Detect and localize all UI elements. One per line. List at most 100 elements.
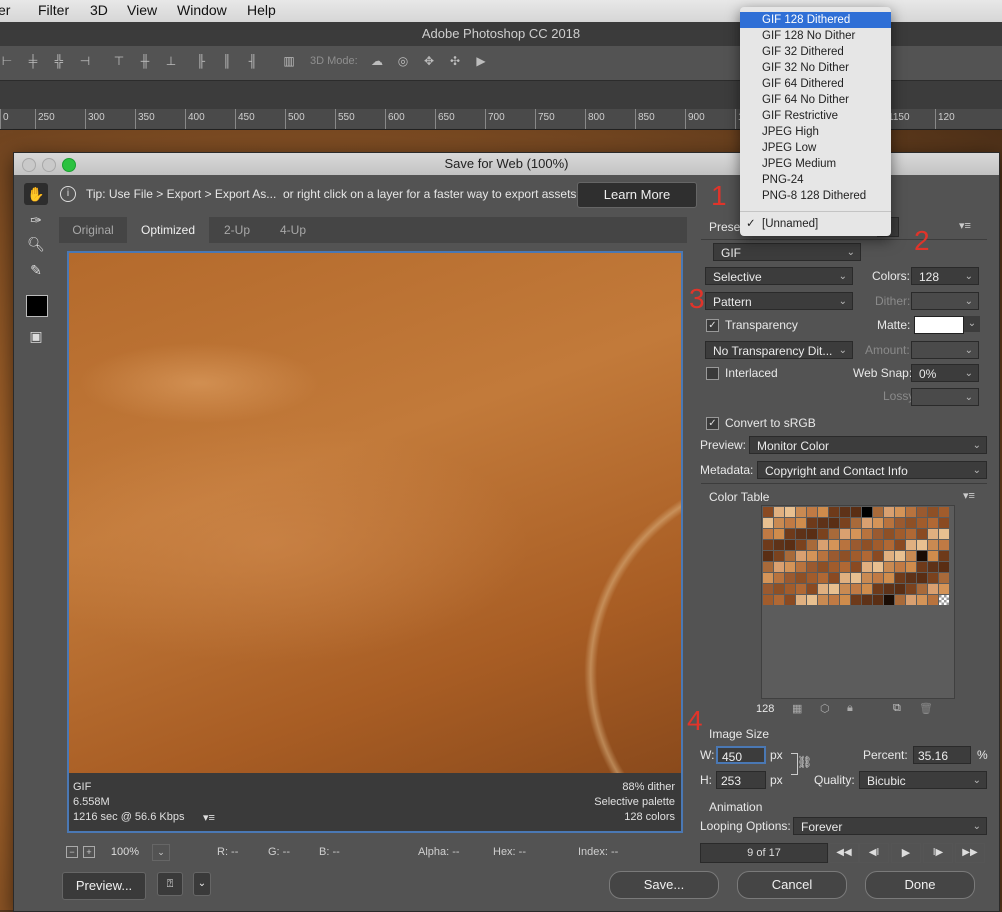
chain-link-icon[interactable]: ⛓︎ [797, 755, 812, 769]
preset-option[interactable]: JPEG Medium [740, 156, 891, 172]
color-swatch[interactable] [818, 584, 828, 594]
color-swatch[interactable] [796, 573, 806, 583]
color-swatch[interactable] [895, 562, 905, 572]
first-frame-icon[interactable]: ◀◀ [829, 843, 859, 863]
color-swatch[interactable] [796, 584, 806, 594]
color-swatch[interactable] [829, 595, 839, 605]
color-swatch[interactable] [774, 562, 784, 572]
3d-camera-icon[interactable]: ▶ [474, 54, 488, 68]
zoom-out-button[interactable]: − [66, 846, 78, 858]
interlaced-checkbox[interactable] [706, 367, 719, 380]
color-swatch[interactable] [818, 551, 828, 561]
color-swatch[interactable] [829, 584, 839, 594]
color-swatch[interactable] [763, 573, 773, 583]
align-right-icon[interactable]: ⊣ [78, 54, 92, 68]
quality-select[interactable]: Bicubic ⌄ [859, 771, 987, 789]
color-swatch[interactable] [928, 551, 938, 561]
color-swatch[interactable] [807, 529, 817, 539]
color-swatch[interactable] [763, 540, 773, 550]
color-swatch[interactable] [807, 551, 817, 561]
percent-input[interactable]: 35.16 [913, 746, 971, 764]
zoom-level[interactable]: 100% [99, 844, 151, 860]
color-swatch[interactable] [785, 551, 795, 561]
color-swatch[interactable] [774, 551, 784, 561]
color-swatch[interactable] [873, 595, 883, 605]
color-swatch[interactable] [840, 518, 850, 528]
color-swatch[interactable] [829, 518, 839, 528]
auto-align-icon[interactable]: ▥ [282, 54, 296, 68]
color-swatch[interactable] [906, 518, 916, 528]
distribute-right-icon[interactable]: ╢ [246, 54, 260, 68]
color-swatch[interactable] [840, 595, 850, 605]
preset-option[interactable]: GIF Restrictive [740, 108, 891, 124]
color-swatch[interactable] [829, 529, 839, 539]
matte-dropdown-chevron[interactable]: ⌄ [964, 316, 980, 332]
color-swatch[interactable] [818, 529, 828, 539]
color-swatch[interactable] [939, 529, 949, 539]
color-swatch[interactable] [928, 562, 938, 572]
colors-select[interactable]: 128 ⌄ [911, 267, 979, 285]
color-swatch[interactable] [939, 562, 949, 572]
color-swatch[interactable] [829, 551, 839, 561]
zoom-tool-icon[interactable]: 🔍︎ [24, 233, 48, 255]
color-swatch[interactable] [774, 540, 784, 550]
color-swatch[interactable] [917, 595, 927, 605]
color-swatch[interactable] [829, 562, 839, 572]
color-swatch[interactable] [895, 518, 905, 528]
previous-frame-icon[interactable]: ◀I [859, 843, 889, 863]
color-swatch[interactable] [763, 562, 773, 572]
color-swatch[interactable] [785, 573, 795, 583]
color-swatch[interactable] [785, 507, 795, 517]
delete-color-icon[interactable]: 🗑︎ [919, 702, 933, 715]
color-swatch[interactable] [895, 551, 905, 561]
preset-option[interactable]: JPEG High [740, 124, 891, 140]
color-swatch[interactable] [906, 584, 916, 594]
color-swatch[interactable] [862, 573, 872, 583]
color-swatch[interactable] [928, 518, 938, 528]
websnap-select[interactable]: 0% ⌄ [911, 364, 979, 382]
color-swatch[interactable] [895, 529, 905, 539]
color-swatch[interactable] [818, 540, 828, 550]
color-swatch[interactable] [884, 529, 894, 539]
color-swatch[interactable] [818, 507, 828, 517]
tab-optimized[interactable]: Optimized [127, 217, 209, 243]
zoom-window-button[interactable] [62, 158, 76, 172]
color-swatch[interactable] [796, 540, 806, 550]
next-frame-icon[interactable]: I▶ [923, 843, 953, 863]
looping-select[interactable]: Forever ⌄ [793, 817, 987, 835]
zoom-dropdown-chevron[interactable]: ⌄ [152, 844, 170, 861]
preset-option[interactable]: GIF 32 No Dither [740, 60, 891, 76]
preset-option[interactable]: GIF 32 Dithered [740, 44, 891, 60]
color-swatch[interactable] [807, 540, 817, 550]
color-swatch[interactable] [895, 595, 905, 605]
transparent-swatch[interactable] [939, 595, 949, 605]
color-swatch[interactable] [796, 551, 806, 561]
menu-window[interactable]: Window [177, 2, 227, 18]
3d-roll-icon[interactable]: ◎ [396, 54, 410, 68]
color-swatch[interactable] [774, 529, 784, 539]
color-swatch[interactable] [840, 551, 850, 561]
3d-slide-icon[interactable]: ✣ [448, 54, 462, 68]
format-select[interactable]: GIF ⌄ [713, 243, 861, 261]
color-swatch[interactable] [895, 507, 905, 517]
preset-option[interactable]: PNG-8 128 Dithered [740, 188, 891, 204]
color-swatch[interactable] [851, 540, 861, 550]
color-swatch[interactable] [917, 573, 927, 583]
color-swatch[interactable] [862, 584, 872, 594]
color-swatch[interactable] [807, 507, 817, 517]
color-swatch[interactable] [928, 507, 938, 517]
color-swatch[interactable] [917, 518, 927, 528]
color-swatch[interactable] [829, 540, 839, 550]
color-table-menu-icon[interactable]: ▾≡ [963, 489, 975, 502]
color-swatch[interactable] [840, 507, 850, 517]
color-swatch[interactable] [917, 551, 927, 561]
color-swatch[interactable] [851, 595, 861, 605]
color-swatch[interactable] [785, 584, 795, 594]
preset-option-unnamed[interactable]: ✓ [Unnamed] [740, 216, 891, 232]
color-swatch[interactable] [785, 540, 795, 550]
color-swatch[interactable] [807, 562, 817, 572]
color-swatch[interactable] [906, 540, 916, 550]
color-swatch[interactable] [939, 551, 949, 561]
color-swatch[interactable] [785, 518, 795, 528]
3d-drag-icon[interactable]: ✥ [422, 54, 436, 68]
